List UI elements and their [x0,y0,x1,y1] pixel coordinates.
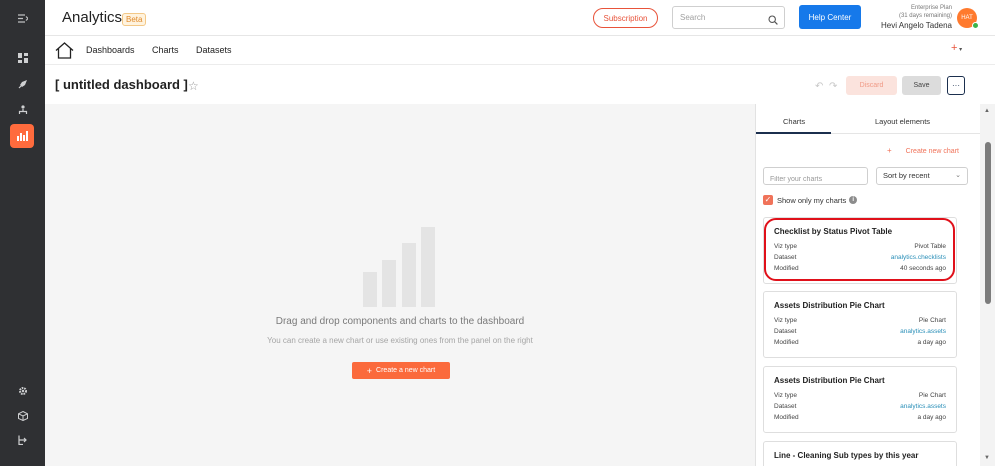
avatar-initials: HAT [961,15,973,21]
rocket-icon[interactable] [0,72,45,96]
more-options-button[interactable]: ··· [947,76,965,95]
help-center-button[interactable]: Help Center [799,5,861,29]
beta-badge: Beta [122,13,147,26]
tab-charts[interactable]: Charts [783,117,805,126]
sort-select[interactable]: Sort by recent ⌄ [876,167,968,185]
redo-icon[interactable]: ↷ [829,81,837,92]
avatar[interactable]: HAT [957,8,979,29]
chart-card-row: Modified a day ago [774,339,946,346]
plus-icon: + [366,365,373,376]
chart-card-row: Viz type Pie Chart [774,392,946,399]
chart-card-title: Line - Cleaning Sub types by this year [774,451,919,460]
viz-type-value: Pie Chart [918,317,946,324]
chart-card[interactable]: Assets Distribution Pie Chart Viz type Pi… [763,291,957,358]
nav-link-charts[interactable]: Charts [152,45,179,55]
tab-layout-elements[interactable]: Layout elements [875,117,930,126]
dashboard-title[interactable]: [ untitled dashboard ] [55,77,188,92]
logout-icon[interactable] [0,428,45,452]
create-new-chart-link[interactable]: + Create new chart [887,146,959,155]
show-only-my-charts-label: Show only my charts [777,195,847,205]
dataset-label: Dataset [774,403,797,410]
user-name[interactable]: Hevi Angelo Tadena [881,20,952,31]
create-new-chart-label: Create a new chart [376,367,436,374]
modified-label: Modified [774,414,799,421]
collapse-menu-icon[interactable] [0,6,45,30]
package-box-icon[interactable] [0,404,45,428]
search-icon[interactable] [768,12,778,30]
checkbox-checked-icon[interactable]: ✓ [763,195,773,205]
nav-link-dashboards[interactable]: Dashboards [86,45,135,55]
chart-card-title: Assets Distribution Pie Chart [774,301,885,310]
scroll-up-arrow-icon[interactable]: ▲ [984,108,990,114]
charts-panel: Charts Layout elements + Create new chart… [755,104,981,466]
chart-card-row: Dataset analytics.assets [774,403,946,410]
top-bar: Analytics Beta Subscription Help Center … [45,0,995,36]
empty-state-subtitle: You can create a new chart or use existi… [267,336,533,345]
discard-button[interactable]: Discard [846,76,897,95]
modified-value: a day ago [917,339,946,346]
info-icon[interactable]: i [849,196,858,204]
home-icon[interactable] [55,42,74,64]
empty-state-title: Drag and drop components and charts to t… [275,316,525,327]
analytics-chart-icon[interactable] [10,124,34,148]
empty-chart-icon [363,227,435,307]
chart-card-title: Assets Distribution Pie Chart [774,376,885,385]
create-new-chart-button[interactable]: + Create a new chart [352,362,450,379]
viz-type-label: Viz type [774,392,798,399]
filter-charts-input[interactable] [764,171,867,188]
nav-link-datasets[interactable]: Datasets [196,45,232,55]
plus-icon: + [887,146,892,155]
panel-scrollbar-thumb[interactable] [985,142,991,304]
search-box [672,6,785,29]
app-title: Analytics [62,9,123,26]
scroll-down-arrow-icon[interactable]: ▼ [984,455,990,461]
viz-type-value: Pie Chart [918,392,946,399]
chart-card-row: Modified a day ago [774,414,946,421]
dataset-label: Dataset [774,328,797,335]
modified-label: Modified [774,339,799,346]
nav-bar: Dashboards Charts Datasets + ▾ [45,36,995,65]
plan-remaining: (31 days remaining) [898,13,952,19]
dataset-link[interactable]: analytics.assets [900,328,946,335]
settings-gear-icon[interactable] [0,379,45,403]
online-status-dot [972,22,979,29]
show-only-my-charts[interactable]: ✓ Show only my charts i [763,195,858,205]
star-favorite-icon[interactable]: ☆ [188,79,199,93]
filter-charts-box [763,167,868,188]
chart-card-row: Dataset analytics.assets [774,328,946,335]
plan-name: Enterprise Plan [910,5,952,11]
add-new-button[interactable]: + ▾ [951,42,962,54]
dataset-link[interactable]: analytics.assets [900,403,946,410]
undo-icon[interactable]: ↶ [815,81,823,92]
active-tab-indicator [756,132,831,134]
create-new-chart-link-label: Create new chart [905,148,959,155]
sort-value: Sort by recent [883,171,930,180]
viz-type-label: Viz type [774,317,798,324]
plan-info: Enterprise Plan (31 days remaining) Hevi… [881,4,952,31]
search-input[interactable] [673,7,758,28]
chart-card-row: Viz type Pie Chart [774,317,946,324]
chevron-down-icon: ⌄ [955,172,961,179]
dashboard-grid-icon[interactable] [0,46,45,70]
highlight-annotation [764,218,955,281]
dashboard-canvas[interactable]: Drag and drop components and charts to t… [45,104,755,466]
hierarchy-icon[interactable] [0,98,45,122]
modified-value: a day ago [917,414,946,421]
left-rail [0,0,45,466]
chart-card[interactable]: Line - Cleaning Sub types by this year [763,441,957,466]
subscription-button[interactable]: Subscription [593,8,658,28]
save-button[interactable]: Save [902,76,941,95]
chart-card[interactable]: Assets Distribution Pie Chart Viz type Pi… [763,366,957,433]
